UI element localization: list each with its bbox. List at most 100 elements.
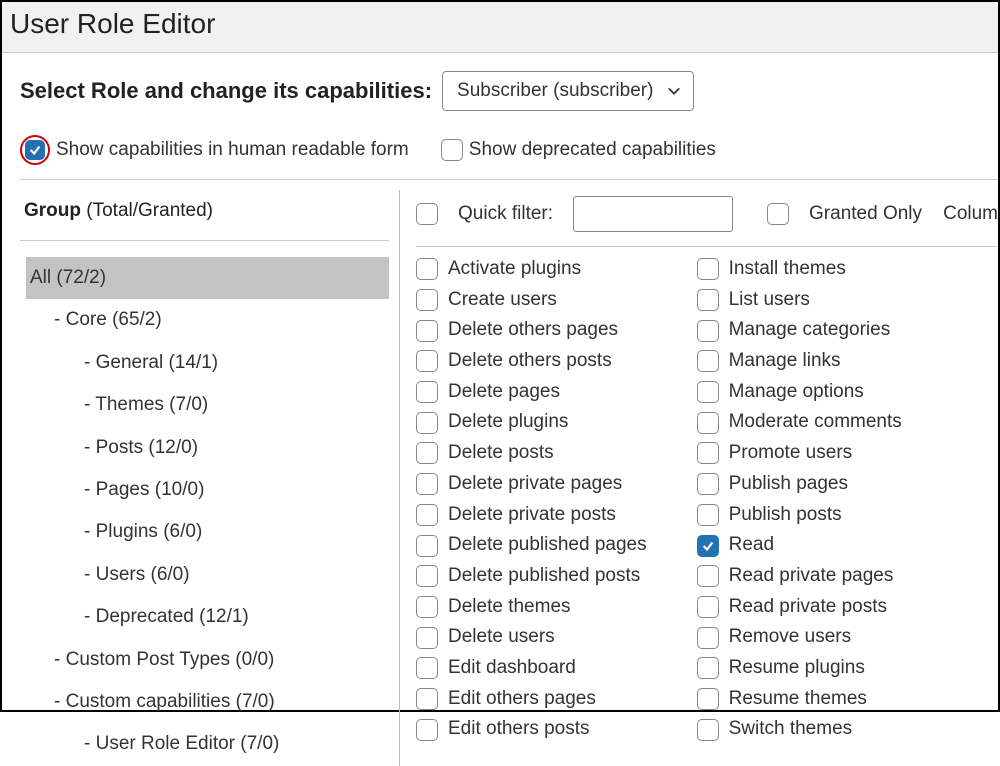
capability-checkbox[interactable] xyxy=(416,657,438,679)
page-title: User Role Editor xyxy=(10,8,990,40)
capability-checkbox[interactable] xyxy=(416,412,438,434)
capabilities-pane: Quick filter: Granted Only Colum Activat… xyxy=(400,190,998,766)
capability-checkbox[interactable] xyxy=(697,289,719,311)
capability-label: Delete others posts xyxy=(448,349,612,374)
capability-checkbox[interactable] xyxy=(697,504,719,526)
role-select-row: Select Role and change its capabilities:… xyxy=(20,71,998,111)
capability-checkbox[interactable] xyxy=(416,289,438,311)
human-readable-option[interactable]: Show capabilities in human readable form xyxy=(20,135,409,165)
capability-item[interactable]: Delete private pages xyxy=(416,472,647,497)
capability-item[interactable]: Resume themes xyxy=(697,687,902,712)
capability-item[interactable]: Delete pages xyxy=(416,380,647,405)
group-tree-item[interactable]: - Themes (7/0) xyxy=(26,384,389,426)
capability-label: Publish pages xyxy=(729,472,848,497)
group-tree-item[interactable]: All (72/2) xyxy=(26,257,389,299)
capability-checkbox[interactable] xyxy=(697,412,719,434)
capability-checkbox[interactable] xyxy=(697,688,719,710)
capability-checkbox[interactable] xyxy=(697,596,719,618)
capability-checkbox[interactable] xyxy=(416,258,438,280)
capability-item[interactable]: Delete users xyxy=(416,625,647,650)
capability-checkbox[interactable] xyxy=(416,596,438,618)
group-tree-item[interactable]: - User Role Editor (7/0) xyxy=(26,723,389,765)
capability-item[interactable]: Delete published pages xyxy=(416,533,647,558)
role-select[interactable]: Subscriber (subscriber) xyxy=(442,71,694,111)
capability-checkbox[interactable] xyxy=(697,381,719,403)
capability-checkbox[interactable] xyxy=(416,719,438,741)
capability-item[interactable]: Delete published posts xyxy=(416,564,647,589)
capability-checkbox[interactable] xyxy=(697,442,719,464)
capability-item[interactable]: Switch themes xyxy=(697,717,902,742)
capability-checkbox[interactable] xyxy=(416,350,438,372)
capability-item[interactable]: Delete private posts xyxy=(416,503,647,528)
capability-item[interactable]: Read xyxy=(697,533,902,558)
capability-checkbox[interactable] xyxy=(697,627,719,649)
group-tree-item[interactable]: - Plugins (6/0) xyxy=(26,511,389,553)
capability-item[interactable]: Promote users xyxy=(697,441,902,466)
display-options-row: Show capabilities in human readable form… xyxy=(20,135,998,165)
capability-item[interactable]: Delete themes xyxy=(416,595,647,620)
capability-checkbox[interactable] xyxy=(416,504,438,526)
role-select-value: Subscriber (subscriber) xyxy=(457,80,653,102)
capability-checkbox[interactable] xyxy=(697,657,719,679)
capability-checkbox[interactable] xyxy=(416,320,438,342)
capability-checkbox[interactable] xyxy=(416,381,438,403)
capability-checkbox[interactable] xyxy=(697,719,719,741)
capability-item[interactable]: Read private posts xyxy=(697,595,902,620)
deprecated-option[interactable]: Show deprecated capabilities xyxy=(441,139,716,161)
capability-checkbox[interactable] xyxy=(416,442,438,464)
capability-item[interactable]: Manage links xyxy=(697,349,902,374)
capability-item[interactable]: Delete others pages xyxy=(416,318,647,343)
capability-item[interactable]: Resume plugins xyxy=(697,656,902,681)
deprecated-checkbox[interactable] xyxy=(441,139,463,161)
group-tree-item[interactable]: - Posts (12/0) xyxy=(26,427,389,469)
capability-item[interactable]: Delete plugins xyxy=(416,410,647,435)
capability-item[interactable]: Delete others posts xyxy=(416,349,647,374)
group-tree-item[interactable]: - Core (65/2) xyxy=(26,299,389,341)
capability-item[interactable]: Publish pages xyxy=(697,472,902,497)
capability-item[interactable]: Edit others posts xyxy=(416,717,647,742)
capability-checkbox[interactable] xyxy=(416,627,438,649)
capability-label: Delete published posts xyxy=(448,564,640,589)
granted-only-checkbox[interactable] xyxy=(767,203,789,225)
capability-checkbox[interactable] xyxy=(697,473,719,495)
capability-checkbox[interactable] xyxy=(416,535,438,557)
quick-filter-input[interactable] xyxy=(573,196,733,232)
capability-item[interactable]: Delete posts xyxy=(416,441,647,466)
capability-checkbox[interactable] xyxy=(697,350,719,372)
capability-item[interactable]: Create users xyxy=(416,288,647,313)
capability-checkbox[interactable] xyxy=(416,565,438,587)
group-tree-item[interactable]: - Pages (10/0) xyxy=(26,469,389,511)
group-tree-item[interactable]: - Users (6/0) xyxy=(26,554,389,596)
capability-checkbox[interactable] xyxy=(697,565,719,587)
capability-label: Delete users xyxy=(448,625,555,650)
human-readable-checkbox[interactable] xyxy=(25,140,45,160)
human-readable-label: Show capabilities in human readable form xyxy=(56,139,409,161)
capability-item[interactable]: Manage categories xyxy=(697,318,902,343)
capability-item[interactable]: Publish posts xyxy=(697,503,902,528)
capability-item[interactable]: Edit dashboard xyxy=(416,656,647,681)
capability-label: List users xyxy=(729,288,810,313)
capability-item[interactable]: Activate plugins xyxy=(416,257,647,282)
capability-checkbox[interactable] xyxy=(697,258,719,280)
capability-checkbox[interactable] xyxy=(697,320,719,342)
capability-item[interactable]: Install themes xyxy=(697,257,902,282)
capability-item[interactable]: List users xyxy=(697,288,902,313)
capability-item[interactable]: Manage options xyxy=(697,380,902,405)
capability-item[interactable]: Edit others pages xyxy=(416,687,647,712)
capability-item[interactable]: Remove users xyxy=(697,625,902,650)
select-all-checkbox[interactable] xyxy=(416,203,438,225)
capability-label: Delete others pages xyxy=(448,318,618,343)
group-tree-item[interactable]: - Custom capabilities (7/0) xyxy=(26,681,389,723)
capability-checkbox[interactable] xyxy=(416,473,438,495)
capability-label: Resume plugins xyxy=(729,656,865,681)
group-tree-item[interactable]: - Deprecated (12/1) xyxy=(26,596,389,638)
capability-label: Manage options xyxy=(729,380,864,405)
group-tree-item[interactable]: - Custom Post Types (0/0) xyxy=(26,639,389,681)
capability-item[interactable]: Moderate comments xyxy=(697,410,902,435)
group-tree-item[interactable]: - General (14/1) xyxy=(26,342,389,384)
capability-item[interactable]: Read private pages xyxy=(697,564,902,589)
columns-label: Colum xyxy=(943,203,998,225)
capability-checkbox[interactable] xyxy=(416,688,438,710)
capability-checkbox[interactable] xyxy=(697,535,719,557)
capability-label: Promote users xyxy=(729,441,853,466)
